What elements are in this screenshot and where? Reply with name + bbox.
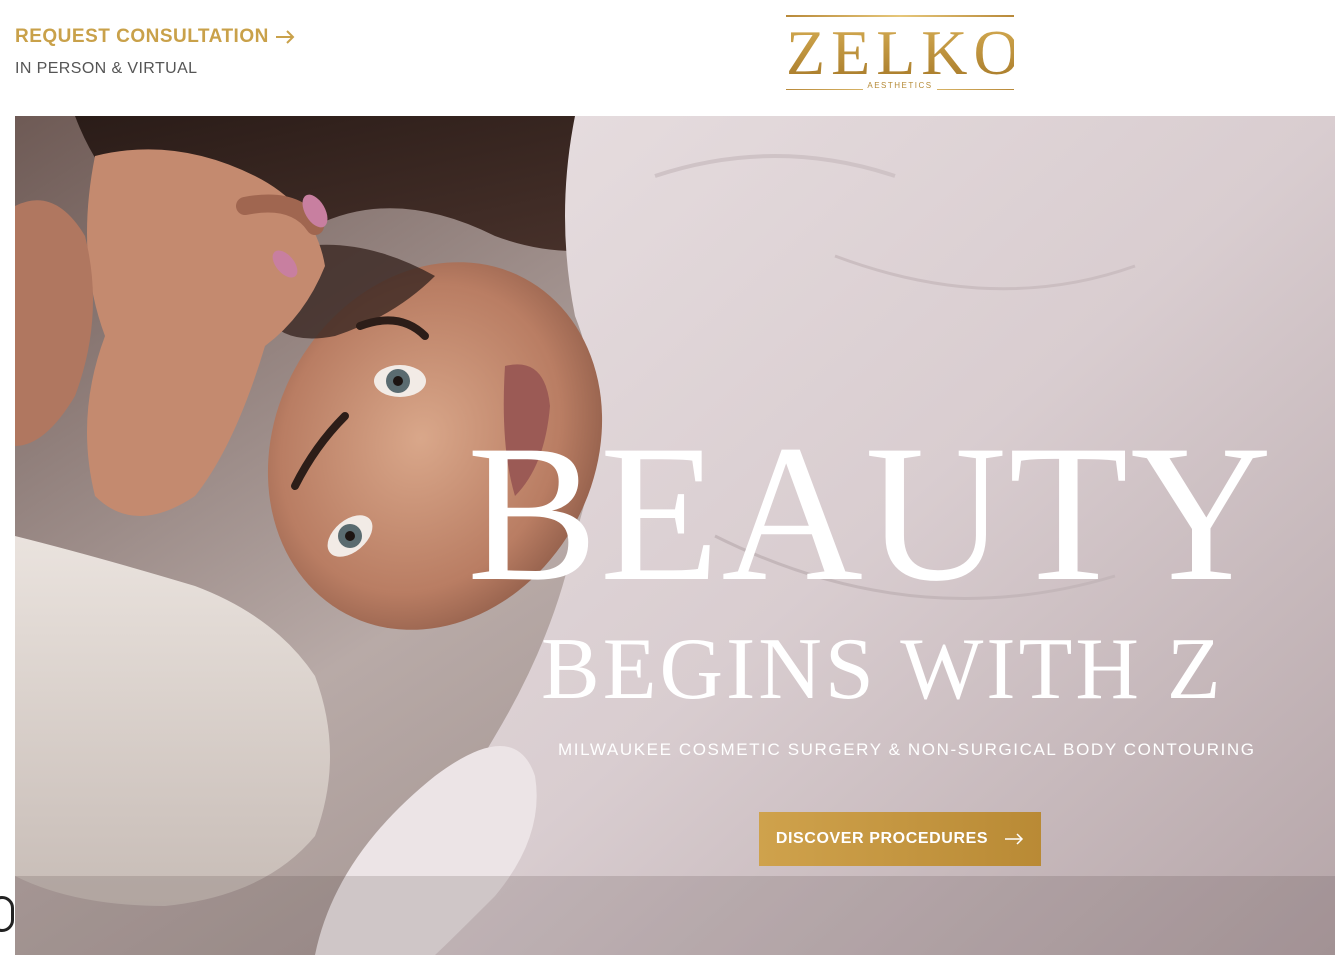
hero-banner: BEAUTY BEGINS WITH Z MILWAUKEE COSMETIC … [15,116,1335,955]
request-consultation-label: REQUEST CONSULTATION [15,26,269,47]
logo-tagline-text: AESTHETICS [863,81,937,90]
consultation-subtext: IN PERSON & VIRTUAL [15,60,198,77]
arrow-right-icon [275,30,295,44]
hero-subtitle: BEGINS WITH Z [541,621,1224,718]
discover-procedures-button[interactable]: DISCOVER PROCEDURES [759,812,1041,866]
site-header: REQUEST CONSULTATION IN PERSON & VIRTUAL… [0,0,1335,116]
page: REQUEST CONSULTATION IN PERSON & VIRTUAL… [0,0,1335,955]
zelko-logo[interactable]: ZELKO AESTHETICS [786,15,1026,93]
accessibility-icon[interactable] [0,896,14,932]
logo-wordmark: ZELKO [786,17,1026,88]
discover-procedures-label: DISCOVER PROCEDURES [775,830,989,847]
hero-tagline: MILWAUKEE COSMETIC SURGERY & NON-SURGICA… [558,740,1256,759]
request-consultation-link[interactable]: REQUEST CONSULTATION [15,26,295,48]
arrow-right-icon [1005,833,1024,845]
hero-title: BEAUTY [467,405,1274,622]
logo-tagline: AESTHETICS [786,81,1014,90]
